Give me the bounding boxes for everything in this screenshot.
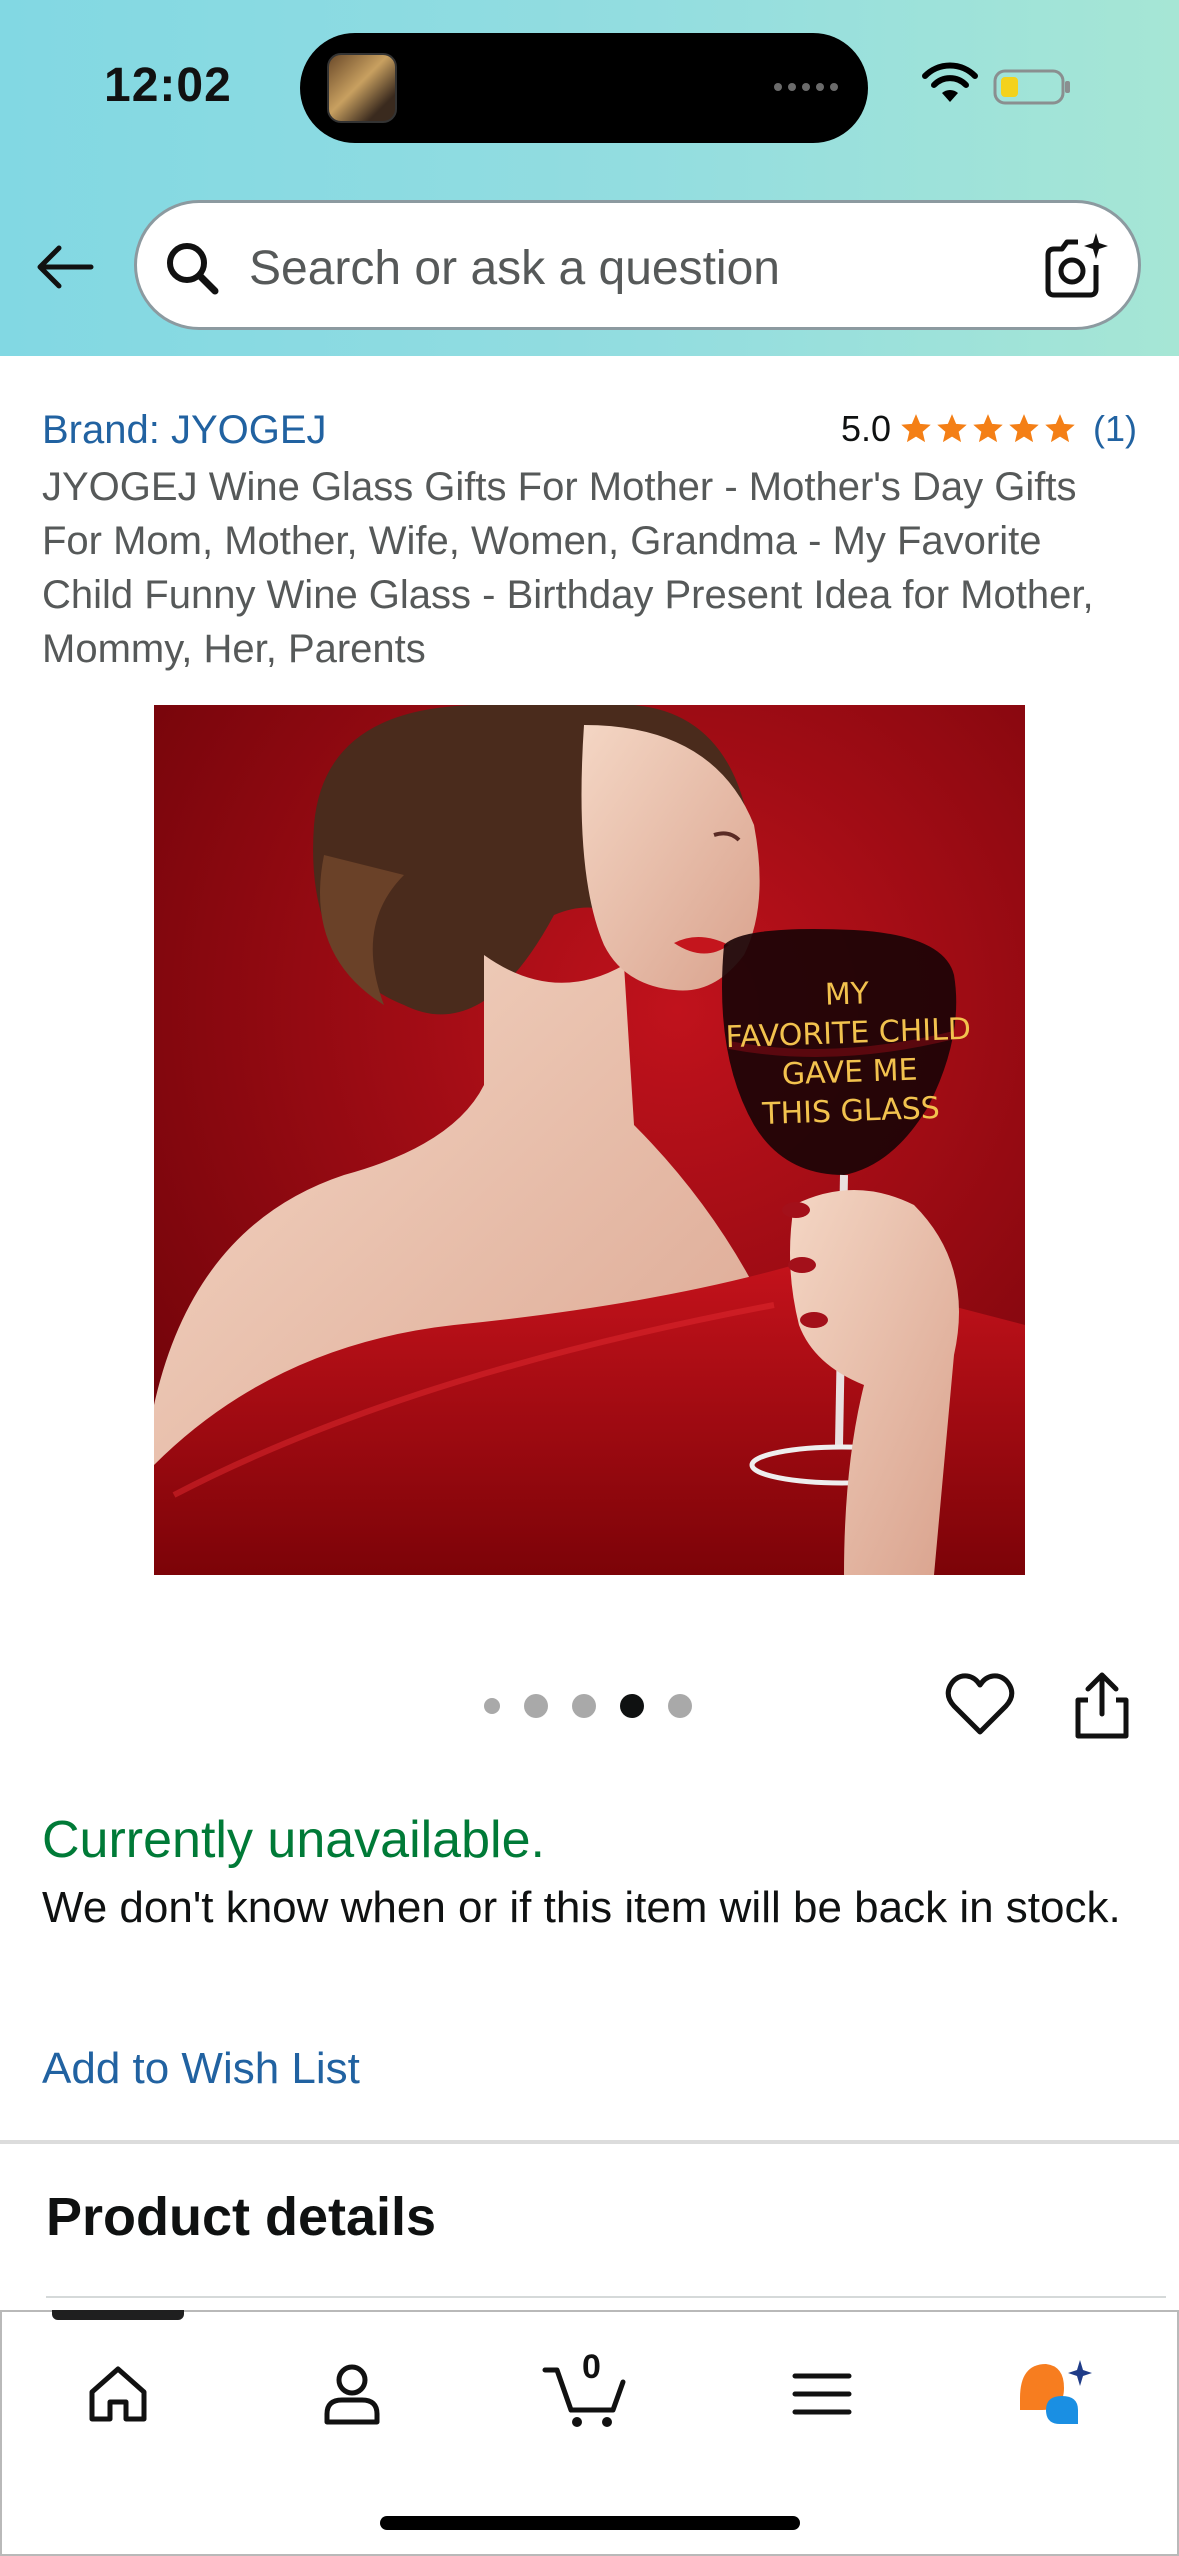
image-carousel-indicator[interactable] [484, 1694, 692, 1718]
home-icon [89, 2366, 147, 2422]
product-title: JYOGEJ Wine Glass Gifts For Mother - Mot… [42, 465, 1094, 671]
carousel-dot[interactable] [524, 1694, 548, 1718]
rating-stars [899, 412, 1077, 446]
carousel-dot[interactable] [572, 1694, 596, 1718]
audio-activity-indicator [774, 83, 838, 91]
tab-menu[interactable] [772, 2344, 872, 2444]
dynamic-island [300, 33, 868, 143]
wifi-icon [922, 62, 978, 102]
section-divider [0, 2140, 1179, 2144]
status-time: 12:02 [104, 59, 232, 112]
heart-icon[interactable] [945, 1672, 1015, 1738]
rufus-icon [1020, 2360, 1092, 2424]
battery-icon [993, 69, 1070, 105]
now-playing-thumbnail [327, 53, 397, 123]
carousel-dot-active[interactable] [620, 1694, 644, 1718]
section-divider [46, 2296, 1166, 2298]
back-button[interactable] [30, 232, 100, 302]
rating-summary[interactable]: 5.0 (1) [841, 408, 1137, 450]
product-photo-illustration [154, 705, 1025, 1575]
star-icon [937, 414, 967, 443]
brand-link[interactable]: Brand: JYOGEJ [42, 408, 327, 453]
tab-cart[interactable]: 0 [536, 2344, 636, 2444]
search-input[interactable]: Search or ask a question [134, 200, 1141, 330]
active-tab-indicator [52, 2310, 184, 2320]
share-icon[interactable] [1070, 1670, 1134, 1740]
cart-count: 0 [582, 2348, 601, 2386]
app-header: 12:02 Search or ask a question [0, 0, 1179, 356]
account-icon [324, 2364, 380, 2425]
camera-search-icon[interactable] [1038, 231, 1110, 303]
home-indicator [380, 2516, 800, 2530]
star-icon [1009, 414, 1039, 443]
star-icon [1045, 414, 1075, 443]
availability-status: Currently unavailable. [42, 1811, 545, 1869]
rating-value: 5.0 [840, 408, 891, 449]
search-icon [167, 243, 219, 295]
availability-note: We don't know when or if this item will … [42, 1883, 1121, 1932]
menu-icon [792, 2373, 852, 2415]
carousel-dot[interactable] [668, 1694, 692, 1718]
search-placeholder: Search or ask a question [249, 242, 780, 295]
star-icon [901, 414, 931, 443]
tab-home[interactable] [68, 2344, 168, 2444]
rating-count-link[interactable]: (1) [1093, 408, 1137, 450]
add-to-wish-list-link[interactable]: Add to Wish List [42, 2044, 360, 2094]
product-details-heading[interactable]: Product details [46, 2186, 436, 2248]
back-arrow-icon [37, 245, 94, 289]
carousel-dot[interactable] [484, 1698, 500, 1714]
tab-account[interactable] [302, 2344, 402, 2444]
glass-engraving-text: MY FAVORITE CHILD GAVE ME THIS GLASS [725, 976, 972, 1133]
tab-rufus-assistant[interactable] [1006, 2344, 1106, 2444]
product-image[interactable]: MY FAVORITE CHILD GAVE ME THIS GLASS [154, 705, 1025, 1575]
star-icon [973, 414, 1003, 443]
